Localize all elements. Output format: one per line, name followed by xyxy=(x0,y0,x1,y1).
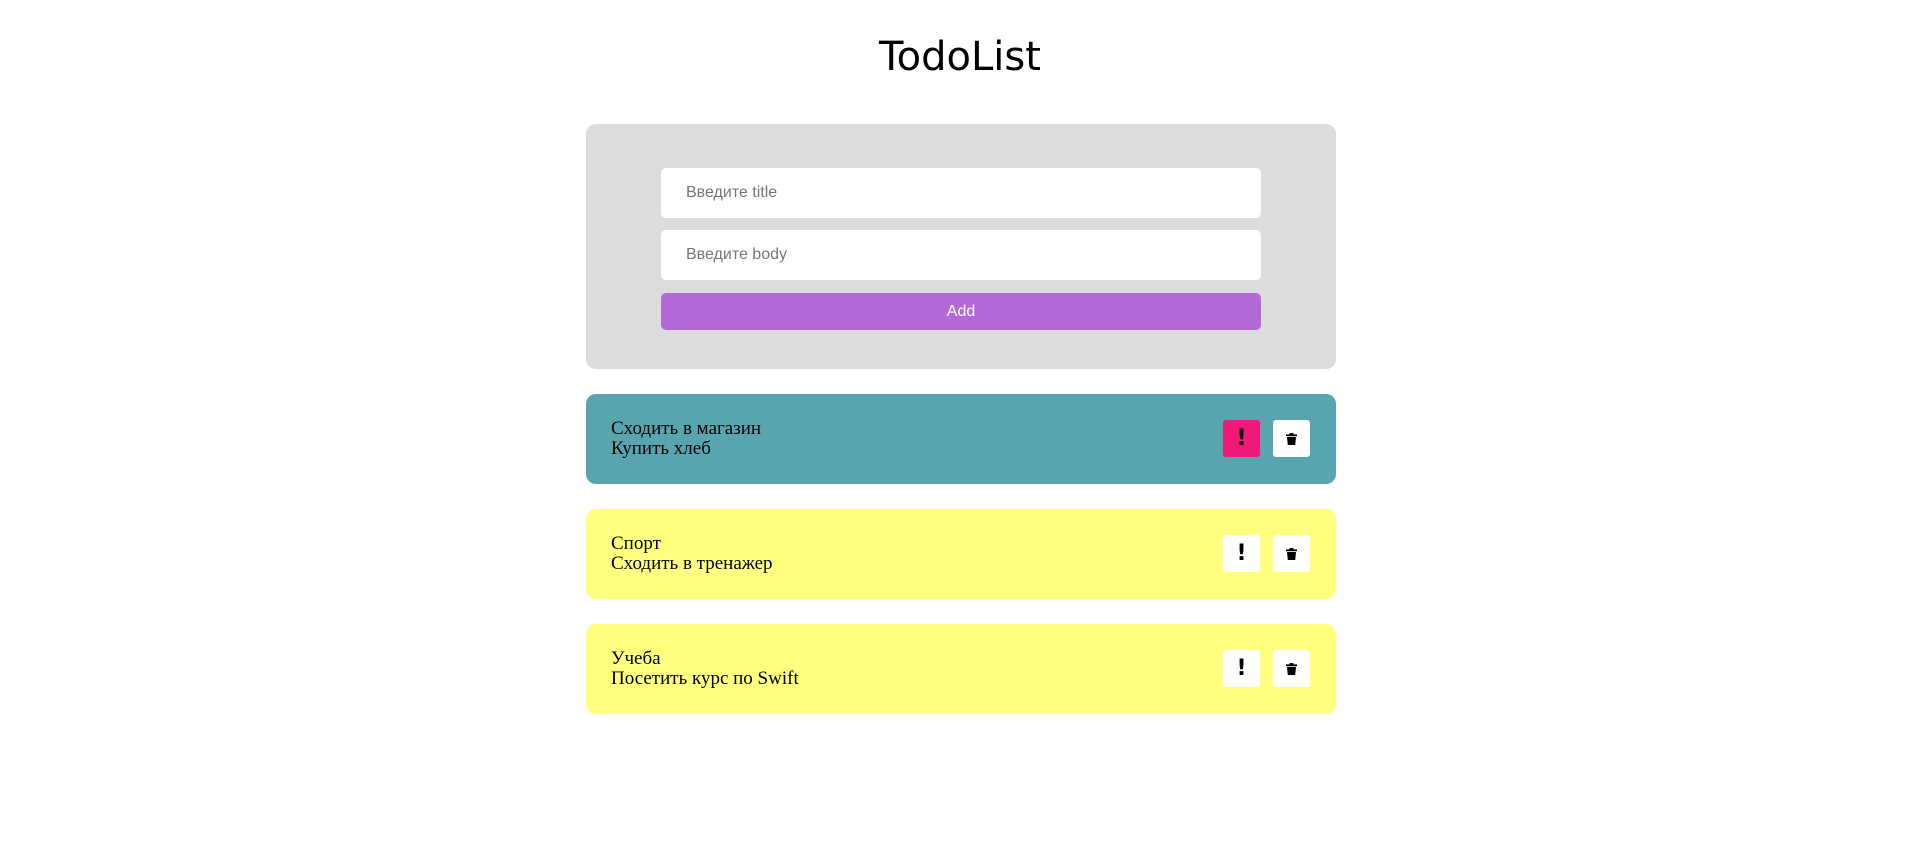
todo-body: Посетить курс по Swift xyxy=(611,668,799,689)
important-button[interactable]: ! xyxy=(1223,420,1260,457)
exclamation-icon: ! xyxy=(1236,540,1247,566)
important-button[interactable]: ! xyxy=(1223,535,1260,572)
todo-item: Спорт Сходить в тренажер ! xyxy=(586,509,1336,599)
todo-text: Спорт Сходить в тренажер xyxy=(611,534,773,574)
todo-item: Учеба Посетить курс по Swift ! xyxy=(586,624,1336,714)
trash-icon xyxy=(1286,547,1297,560)
todo-body: Купить хлеб xyxy=(611,438,711,459)
todo-item: Сходить в магазин Купить хлеб ! xyxy=(586,394,1336,484)
todo-title: Учеба xyxy=(611,648,661,669)
trash-icon xyxy=(1286,662,1297,675)
delete-button[interactable] xyxy=(1273,535,1310,572)
delete-button[interactable] xyxy=(1273,650,1310,687)
exclamation-icon: ! xyxy=(1236,425,1247,451)
body-input[interactable] xyxy=(661,230,1261,280)
todo-title: Сходить в магазин xyxy=(611,418,762,439)
todo-text: Учеба Посетить курс по Swift xyxy=(611,649,799,689)
todo-title: Спорт xyxy=(611,533,661,554)
add-button[interactable]: Add xyxy=(661,293,1261,330)
important-button[interactable]: ! xyxy=(1223,650,1260,687)
todo-list: Сходить в магазин Купить хлеб ! Спорт Сх… xyxy=(586,394,1336,739)
todo-body: Сходить в тренажер xyxy=(611,553,773,574)
todo-text: Сходить в магазин Купить хлеб xyxy=(611,419,761,459)
exclamation-icon: ! xyxy=(1236,655,1247,681)
title-input[interactable] xyxy=(661,168,1261,218)
page-title: TodoList xyxy=(879,34,1041,80)
todo-form: Add xyxy=(586,124,1336,369)
trash-icon xyxy=(1286,432,1297,445)
delete-button[interactable] xyxy=(1273,420,1310,457)
